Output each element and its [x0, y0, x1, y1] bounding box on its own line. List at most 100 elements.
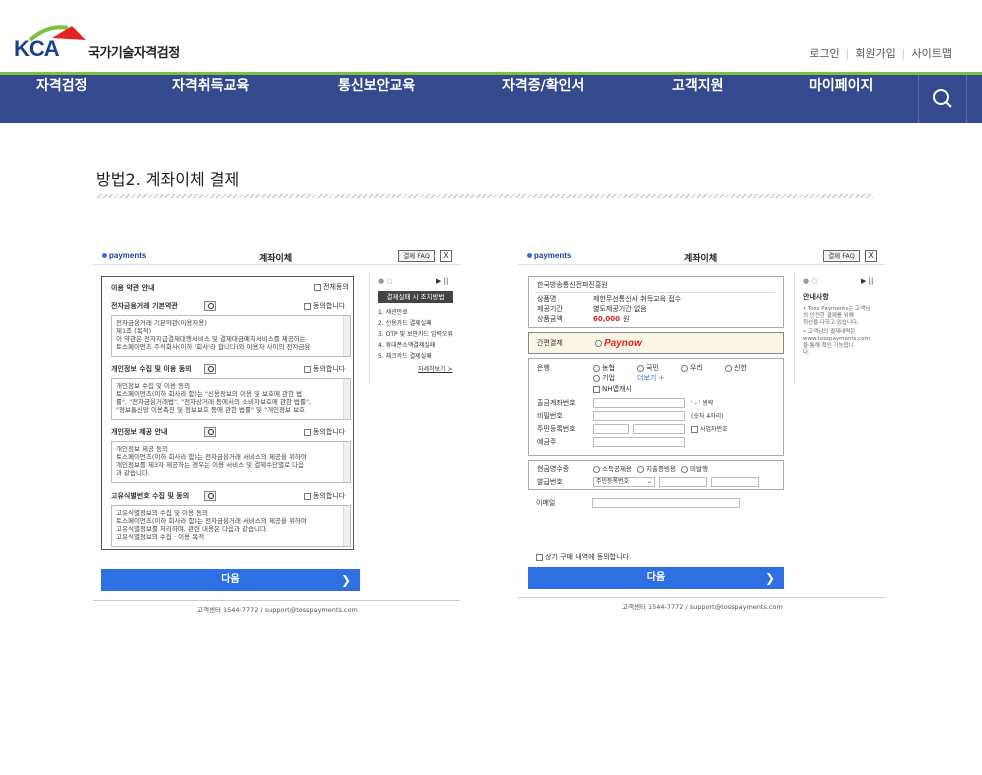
nav-item-security-training[interactable]: 통신보안교육 — [338, 75, 415, 123]
scrollbar[interactable] — [343, 442, 350, 482]
terms-textarea[interactable]: 개인정보 제공 동의 토스페이먼츠(이하 회사라 함)는 전자금융거래 서비스의 … — [111, 441, 351, 483]
email-label: 이메일 — [536, 499, 556, 507]
more-link[interactable]: 자세히보기 > — [418, 365, 453, 374]
term-line: 토스페이먼츠(이하 회사라 함)는 전자금융거래 서비스의 제공을 위하여 — [116, 453, 307, 461]
agree-checkbox[interactable]: 동의합니다 — [304, 428, 345, 437]
notice-line: 을 통해 확인 가능합니 — [803, 343, 854, 349]
password-input[interactable] — [593, 411, 685, 421]
radio-icon — [593, 374, 600, 382]
notice-sidebar: ● ○ ▶ || 안내사항 • Toss Payments는 고객님 의 안전한… — [794, 273, 884, 383]
term-line: 이 약관은 전자지급결제대행서비스 및 결제대금예치서비스를 제공하는 — [116, 335, 306, 343]
terms-textarea[interactable]: 전자금융거래 기본약관(이용자용) 제1조 (목적) 이 약관은 전자지급결제대행서… — [111, 315, 351, 357]
account-number-input[interactable] — [593, 398, 685, 408]
terms-textarea[interactable]: 개인정보 수집 및 이용 동의 토스페이먼츠(이하 회사라 함)는 "신용정보의 … — [111, 378, 351, 420]
depositor-input[interactable] — [593, 437, 685, 447]
footer-divider — [93, 600, 460, 601]
account-number-label: 출금계좌번호 — [537, 399, 576, 407]
consent-checkbox[interactable]: 상기 구매 내역에 동의합니다. — [536, 553, 631, 562]
nh-app-cash-checkbox[interactable]: NH앱캐시 — [593, 385, 632, 394]
checkbox-icon — [691, 426, 698, 433]
password-hint: (숫자 4자리) — [691, 413, 724, 420]
side-item[interactable]: 1. 세션만료 — [378, 308, 408, 317]
close-icon[interactable]: X — [865, 250, 877, 262]
period-label: 제공기간 — [537, 305, 563, 313]
receipt-option[interactable]: 소득공제용 — [593, 465, 632, 474]
play-pause-icon[interactable]: ▶ || — [861, 277, 873, 286]
faq-button[interactable]: 결제 FAQ — [398, 250, 435, 262]
terms-box: 이용 약관 안내 전체동의 전자금융거래 기본약관 동의합니다 전자금융거래 기… — [101, 276, 354, 550]
term-line: 토스페이먼츠(이하 회사라 함)는 전자금융거래 서비스의 제공을 위하여 — [116, 517, 307, 525]
price-unit: 원 — [623, 315, 630, 323]
more-banks-link[interactable]: 더보기 + — [637, 374, 664, 383]
scrollbar[interactable] — [343, 316, 350, 356]
side-item[interactable]: 2. 신용카드 결제실패 — [378, 319, 432, 328]
issue-number-input[interactable] — [659, 477, 707, 487]
next-button[interactable]: 다음 ❯ — [101, 569, 360, 591]
price-value: 60,000 — [593, 315, 621, 323]
search-icon[interactable] — [204, 301, 216, 311]
issue-number-input-2[interactable] — [711, 477, 759, 487]
notice-line: 최선을 다하고 있습니다. — [803, 320, 859, 326]
term-line: 전자금융거래 기본약관(이용자용) — [116, 319, 207, 327]
notice-line: • Toss Payments는 고객님 — [803, 306, 871, 312]
signup-link[interactable]: 회원가입 — [855, 47, 895, 60]
nav-item-certificate[interactable]: 자격증/확인서 — [502, 75, 584, 123]
term-title: 전자금융거래 기본약관 — [111, 302, 178, 310]
receipt-option[interactable]: 지출증빙용 — [637, 465, 676, 474]
panel-title: 계좌이체 — [259, 254, 293, 264]
depositor-label: 예금주 — [537, 438, 557, 446]
account-number-hint: ' - ' 생략 — [691, 400, 714, 407]
side-item[interactable]: 3. OTP 및 보안카드 입력오류 — [378, 330, 453, 339]
search-icon[interactable] — [204, 427, 216, 437]
terms-textarea[interactable]: 고유식별정보의 수집 및 이용 동의 토스페이먼츠(이하 회사라 함)는 전자금융… — [111, 505, 351, 547]
agree-checkbox[interactable]: 동의합니다 — [304, 365, 345, 374]
product-value: 제한무선통신사 취득교육 접수 — [593, 295, 682, 303]
resident-number-front-input[interactable] — [593, 424, 629, 434]
search-icon[interactable] — [204, 364, 216, 374]
bank-option[interactable]: 우리 — [681, 364, 703, 373]
radio-icon — [593, 364, 600, 372]
password-label: 비밀번호 — [537, 412, 563, 420]
term-title: 고유식별번호 수집 및 동의 — [111, 492, 190, 500]
kca-logo[interactable]: KCA 국가기술자격검정 — [14, 22, 194, 62]
search-icon[interactable] — [204, 491, 216, 501]
account-transfer-screenshot: payments 계좌이체 결제 FAQ X 한국방송통신전파진흥원 상품명 제… — [518, 245, 885, 615]
nav-item-training[interactable]: 자격취득교육 — [172, 75, 249, 123]
bank-option[interactable]: 국민 — [637, 364, 659, 373]
search-button[interactable] — [918, 75, 967, 123]
checkbox-icon — [304, 302, 311, 310]
checkbox-icon — [314, 283, 321, 291]
sitemap-link[interactable]: 사이트맵 — [912, 47, 952, 60]
bank-option[interactable]: 기업 — [593, 374, 615, 383]
agree-checkbox[interactable]: 동의합니다 — [304, 492, 345, 501]
issue-type-select[interactable]: 주민등록번호 ⌄ — [593, 477, 655, 487]
bank-option[interactable]: 농협 — [593, 364, 615, 373]
nav-item-mypage[interactable]: 마이페이지 — [809, 75, 873, 123]
faq-button[interactable]: 결제 FAQ — [823, 250, 860, 262]
term-line: 토스페이먼츠(이하 회사라 함)는 "신용정보의 이용 및 보호에 관한 법 — [116, 390, 303, 398]
scrollbar[interactable] — [343, 506, 350, 546]
agree-all-checkbox[interactable]: 전체동의 — [314, 283, 349, 292]
login-link[interactable]: 로그인 — [809, 47, 839, 60]
next-button[interactable]: 다음 ❯ — [528, 567, 784, 589]
play-pause-icon[interactable]: ▶ || — [436, 277, 448, 286]
business-number-checkbox[interactable]: 사업자번호 — [691, 425, 728, 434]
checkbox-icon — [304, 428, 311, 436]
close-icon[interactable]: X — [440, 250, 452, 262]
pager-dots[interactable]: ● ○ — [378, 277, 392, 286]
bank-option[interactable]: 신한 — [725, 364, 747, 373]
paynow-option[interactable]: Paynow — [595, 338, 642, 349]
easy-pay-label: 간편결제 — [537, 339, 563, 347]
nav-item-exam[interactable]: 자격검정 — [36, 75, 88, 123]
scrollbar[interactable] — [343, 379, 350, 419]
side-item[interactable]: 5. 체크카드 결제실패 — [378, 352, 432, 361]
resident-number-back-input[interactable] — [633, 424, 685, 434]
term-line: 토스페이먼츠 주식회사(이하 '회사'라 합니다)와 이용자 사이의 전자금융 — [116, 343, 311, 351]
agree-checkbox[interactable]: 동의합니다 — [304, 302, 345, 311]
receipt-option[interactable]: 미발행 — [681, 465, 708, 474]
pager-dots[interactable]: ● ○ — [803, 277, 817, 286]
email-input[interactable] — [592, 498, 740, 508]
side-item[interactable]: 4. 휴대폰소액결제실패 — [378, 341, 435, 350]
nav-item-support[interactable]: 고객지원 — [672, 75, 724, 123]
notice-title: 안내사항 — [803, 293, 829, 301]
